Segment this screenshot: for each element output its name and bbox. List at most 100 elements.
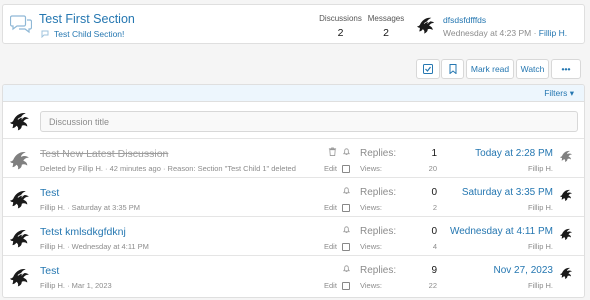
last-reply-avatar[interactable] bbox=[560, 149, 574, 163]
more-options-button[interactable]: ••• bbox=[551, 59, 581, 79]
replies-label: Replies: bbox=[360, 265, 397, 276]
thread-row[interactable]: Test Fillip H. · Saturday at 3:35 PM Edi… bbox=[3, 179, 584, 217]
thread-author-avatar[interactable] bbox=[10, 227, 32, 249]
thread-meta: Fillip H. · Mar 1, 2023 bbox=[40, 281, 112, 290]
discussion-title-input[interactable] bbox=[40, 111, 578, 132]
thread-row[interactable]: Tetst kmlsdkgfdknj Fillip H. · Wednesday… bbox=[3, 218, 584, 256]
select-all-button[interactable] bbox=[416, 59, 440, 79]
last-post-user-link[interactable]: Fillip H. bbox=[539, 28, 567, 38]
subforum-label: Test Child Section! bbox=[54, 29, 125, 39]
thread-select-checkbox[interactable] bbox=[341, 203, 350, 212]
thread-title-link[interactable]: Test bbox=[40, 265, 59, 277]
replies-count: 0 bbox=[431, 226, 437, 237]
messages-value: 2 bbox=[383, 27, 389, 39]
bell-icon bbox=[343, 187, 350, 195]
last-reply-avatar[interactable] bbox=[560, 227, 574, 241]
last-reply-avatar[interactable] bbox=[560, 188, 574, 202]
thread-author-avatar[interactable] bbox=[10, 188, 32, 210]
bookmark-button[interactable] bbox=[441, 59, 464, 79]
chat-bubbles-icon bbox=[10, 15, 32, 34]
messages-stat: Messages 2 bbox=[367, 14, 405, 39]
thread-select-checkbox[interactable] bbox=[341, 242, 350, 251]
discussions-value: 2 bbox=[337, 27, 344, 39]
edit-link[interactable]: Edit bbox=[324, 203, 337, 212]
last-reply-date-link[interactable]: Today at 2:28 PM bbox=[475, 148, 553, 159]
thread-row[interactable]: Test Fillip H. · Mar 1, 2023 Edit Replie… bbox=[3, 257, 584, 295]
last-reply-user[interactable]: Fillip H. bbox=[528, 242, 553, 251]
filters-dropdown[interactable]: Filters ▾ bbox=[544, 88, 574, 99]
views-label: Views: bbox=[360, 203, 382, 212]
last-reply-user[interactable]: Fillip H. bbox=[528, 281, 553, 290]
thread-edit-controls: Edit bbox=[324, 164, 350, 173]
thread-edit-controls: Edit bbox=[324, 242, 350, 251]
filter-bar: Filters ▾ bbox=[3, 85, 584, 102]
discussion-list: Filters ▾ Test New Latest Discussion Del… bbox=[2, 84, 585, 298]
dragon-avatar-icon bbox=[10, 191, 29, 209]
thread-author-avatar[interactable] bbox=[10, 149, 32, 171]
views-label: Views: bbox=[360, 281, 382, 290]
filters-label: Filters bbox=[544, 88, 568, 98]
messages-label: Messages bbox=[367, 14, 405, 23]
mark-read-button[interactable]: Mark read bbox=[466, 59, 514, 79]
replies-label: Replies: bbox=[360, 148, 397, 159]
thread-select-checkbox[interactable] bbox=[341, 281, 350, 290]
thread-status-icons bbox=[342, 186, 351, 195]
replies-count: 0 bbox=[431, 187, 437, 198]
thread-select-checkbox[interactable] bbox=[341, 164, 350, 173]
discussions-stat: Discussions 2 bbox=[318, 14, 363, 39]
thread-title-link[interactable]: Tetst kmlsdkgfdknj bbox=[40, 226, 126, 238]
caret-down-icon: ▾ bbox=[569, 88, 574, 98]
subforum-link[interactable]: Test Child Section! bbox=[41, 29, 124, 39]
last-reply-date-link[interactable]: Wednesday at 4:11 PM bbox=[450, 226, 553, 237]
edit-link[interactable]: Edit bbox=[324, 281, 337, 290]
last-post-avatar[interactable] bbox=[417, 15, 437, 35]
dragon-avatar-icon bbox=[560, 150, 572, 162]
last-reply-date-link[interactable]: Nov 27, 2023 bbox=[494, 265, 554, 276]
dragon-avatar-icon bbox=[560, 189, 572, 201]
views-count: 4 bbox=[432, 242, 437, 251]
edit-link[interactable]: Edit bbox=[324, 164, 337, 173]
user-avatar[interactable] bbox=[10, 110, 32, 132]
dragon-avatar-icon bbox=[417, 17, 435, 34]
views-count: 2 bbox=[432, 203, 437, 212]
last-post-separator: · bbox=[531, 28, 539, 38]
thread-author-avatar[interactable] bbox=[10, 266, 32, 288]
section-title-link[interactable]: Test First Section bbox=[39, 12, 135, 26]
views-count: 22 bbox=[428, 281, 437, 290]
dragon-avatar-icon bbox=[10, 152, 29, 170]
bell-icon bbox=[343, 265, 350, 273]
discussions-label: Discussions bbox=[319, 14, 362, 23]
thread-edit-controls: Edit bbox=[324, 281, 350, 290]
quick-thread-row bbox=[3, 103, 584, 139]
dragon-avatar-icon bbox=[560, 228, 572, 240]
last-reply-date-link[interactable]: Saturday at 3:35 PM bbox=[462, 187, 553, 198]
views-label: Views: bbox=[360, 242, 382, 251]
bookmark-icon bbox=[449, 64, 456, 74]
thread-status-icons bbox=[328, 147, 351, 156]
last-reply-user[interactable]: Fillip H. bbox=[528, 203, 553, 212]
last-post-time: Wednesday at 4:23 PM bbox=[443, 28, 532, 38]
thread-row[interactable]: Test New Latest Discussion Deleted by Fi… bbox=[3, 140, 584, 178]
thread-edit-controls: Edit bbox=[324, 203, 350, 212]
thread-meta: Fillip H. · Wednesday at 4:11 PM bbox=[40, 242, 149, 251]
dragon-avatar-icon bbox=[560, 267, 572, 279]
views-label: Views: bbox=[360, 164, 382, 173]
bell-icon bbox=[343, 226, 350, 234]
last-post-meta: Wednesday at 4:23 PM · Fillip H. bbox=[443, 28, 567, 38]
section-block: Test First Section Test Child Section! D… bbox=[2, 4, 585, 44]
thread-title-link[interactable]: Test bbox=[40, 187, 59, 199]
thread-status-icons bbox=[342, 264, 351, 273]
last-reply-user[interactable]: Fillip H. bbox=[528, 164, 553, 173]
last-post-title-link[interactable]: dfsdsfdfffds bbox=[443, 15, 486, 25]
subforum-icon bbox=[41, 30, 49, 38]
bell-icon bbox=[343, 148, 350, 156]
edit-link[interactable]: Edit bbox=[324, 242, 337, 251]
thread-status-icons bbox=[342, 225, 351, 234]
trash-icon bbox=[328, 147, 337, 156]
dragon-avatar-icon bbox=[10, 113, 29, 131]
thread-meta: Fillip H. · Saturday at 3:35 PM bbox=[40, 203, 141, 212]
views-count: 20 bbox=[428, 164, 437, 173]
last-reply-avatar[interactable] bbox=[560, 266, 574, 280]
thread-title-link[interactable]: Test New Latest Discussion bbox=[40, 148, 168, 160]
watch-button[interactable]: Watch bbox=[516, 59, 549, 79]
